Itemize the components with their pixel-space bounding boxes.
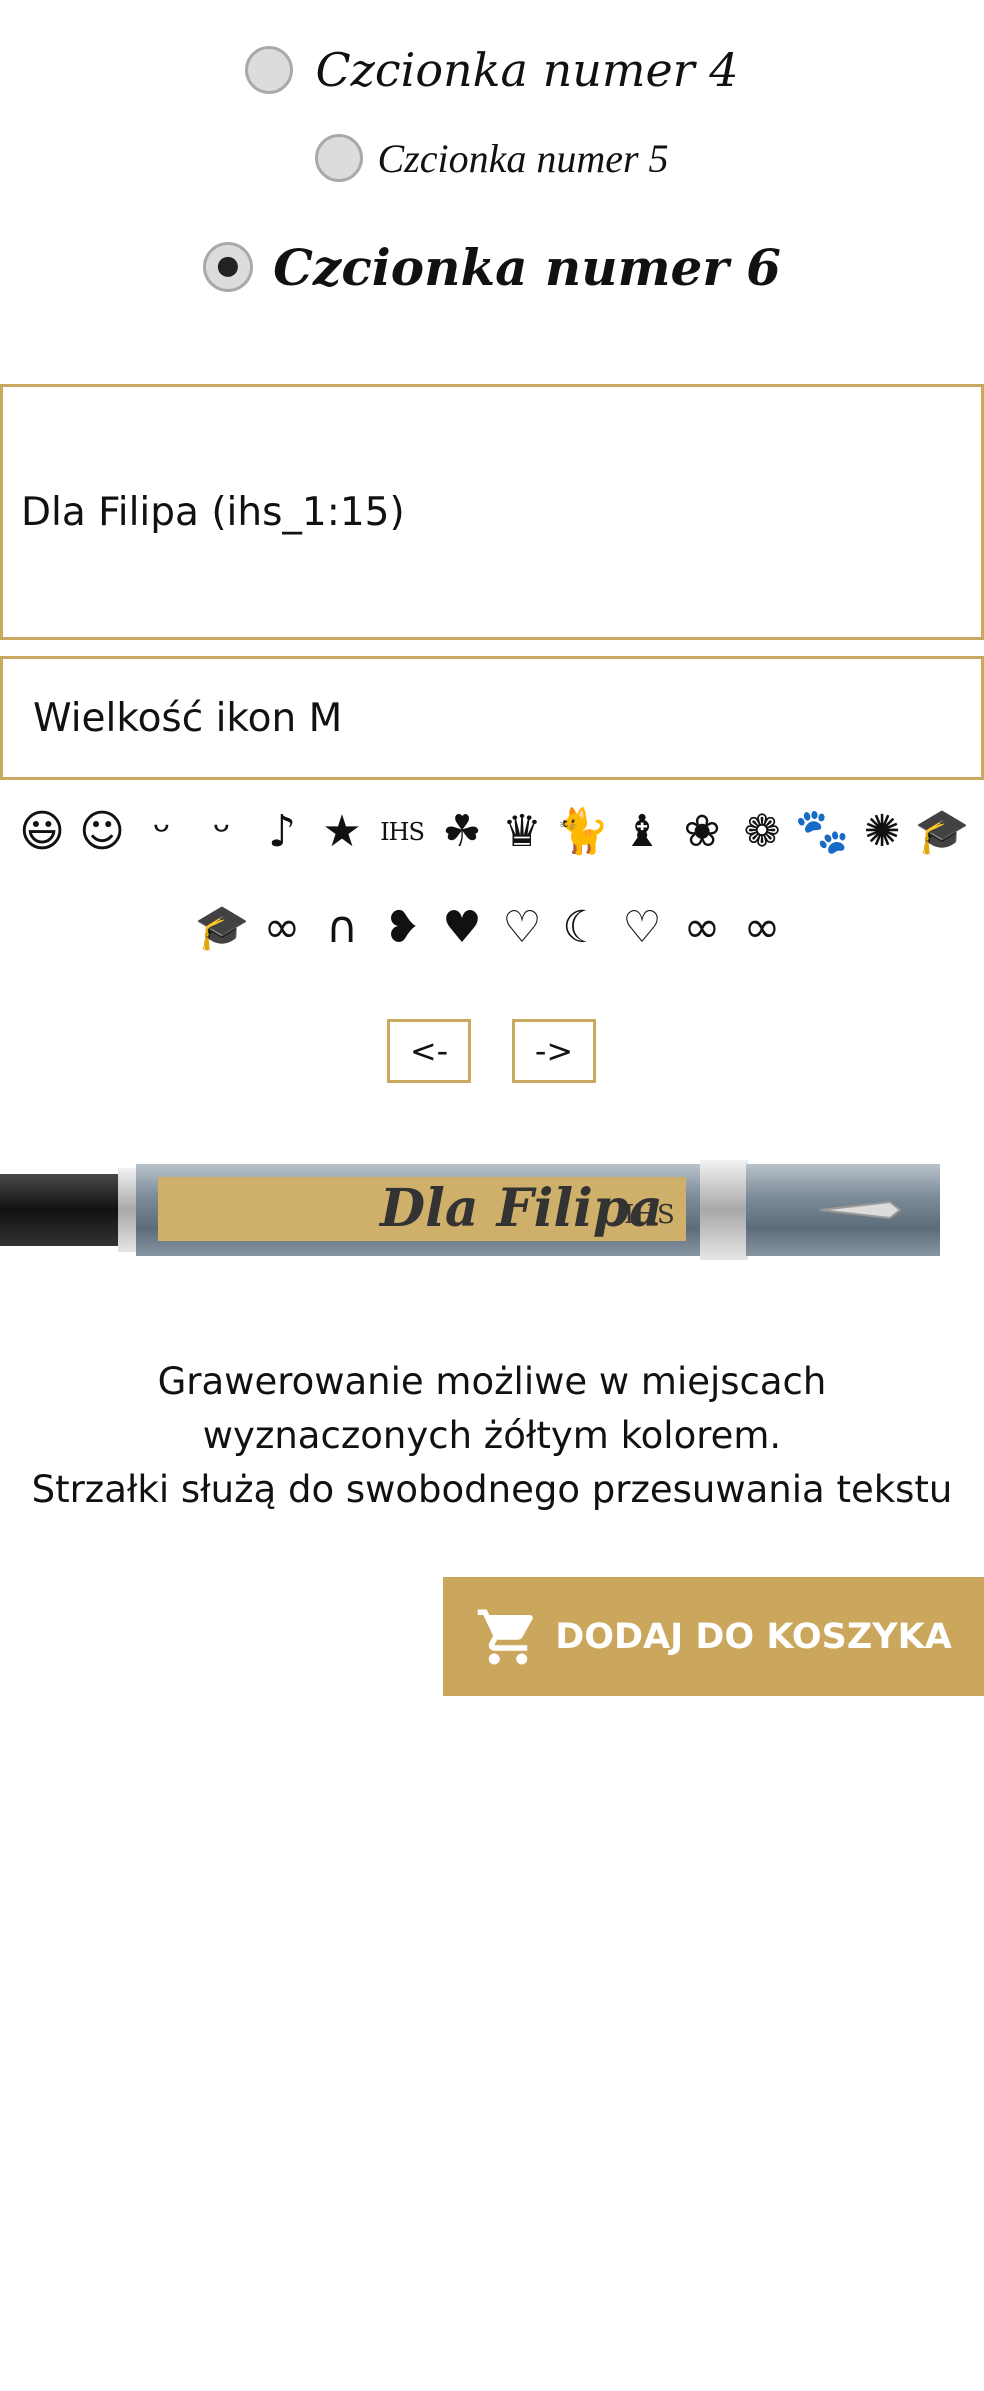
cart-icon [477,1609,533,1664]
icon-row-2: 🎓 ∞ ∩ ❥ ♥ ♡ ☾ ♡ ∞ ∞ [0,896,984,960]
font-6-label[interactable]: Czcionka numer 6 [273,238,781,297]
paw-icon[interactable]: 🐾 [795,806,850,858]
pen-engraving-preview[interactable]: Dla Filipa [380,1178,663,1239]
rings-icon[interactable]: ∞ [256,902,308,954]
smile-icon[interactable]: ☺ [76,806,128,858]
notes-icon[interactable]: ♪ [256,806,308,858]
clover-icon[interactable]: ☘ [436,806,488,858]
font-option-5[interactable]: Czcionka numer 5 [0,130,984,186]
icon-size-value: Wielkość ikon M [33,695,343,741]
heart-ribbon-icon[interactable]: ❥ [376,902,428,954]
info-line-3: Strzałki służą do swobodnego przesuwania… [31,1468,953,1511]
font-6-radio[interactable] [203,242,254,292]
graduation-cap-icon[interactable]: 🎓 [195,902,250,954]
icon-row-1: 😃 ☺ ᵕ ᵕ ♪ ★ IHS ☘ ♛ 🐈 ♝ ❀ ❁ 🐾 ✺ 🎓 [0,800,984,864]
moon-heart-icon[interactable]: ☾ [556,902,608,954]
heart-filled-icon[interactable]: ♥ [436,902,488,954]
add-to-cart-button[interactable]: DODAJ DO KOSZYKA [443,1577,984,1696]
move-right-button[interactable]: -> [512,1019,596,1083]
horseshoe-icon[interactable]: ∩ [316,902,368,954]
big-smile-icon[interactable]: 😃 [16,806,68,858]
info-line-2: wyznaczonych żółtym kolorem. [202,1414,782,1457]
font-4-radio[interactable] [245,46,294,94]
font-4-label[interactable]: Czcionka numer 4 [315,43,738,97]
move-left-button[interactable]: <- [387,1019,471,1083]
rose-icon[interactable]: ❀ [676,806,728,858]
infinity-icon[interactable]: ∞ [676,902,728,954]
ihs-icon[interactable]: IHS [376,806,428,858]
info-line-1: Grawerowanie możliwe w miejscach [157,1360,827,1403]
font-option-4[interactable]: Czcionka numer 4 [0,40,984,100]
grin-face-icon[interactable]: ᵕ [196,806,248,858]
engraving-info: Grawerowanie możliwe w miejscach wyznacz… [0,1355,984,1517]
graduation-cap-icon[interactable]: 🎓 [915,806,970,858]
engraving-text-value: Dla Filipa (ihs_1:15) [21,489,405,535]
heart-outline-icon[interactable]: ♡ [496,902,548,954]
font-5-label[interactable]: Czcionka numer 5 [377,135,668,182]
icon-size-select[interactable]: Wielkość ikon M [0,656,984,780]
font-option-6[interactable]: Czcionka numer 6 [0,232,984,302]
engraving-text-input[interactable]: Dla Filipa (ihs_1:15) [0,384,984,640]
rose-bud-icon[interactable]: ❁ [736,806,788,858]
infinity-outline-icon[interactable]: ∞ [736,902,788,954]
cat-icon[interactable]: 🐈 [555,806,610,858]
heart-dotted-icon[interactable]: ♡ [616,902,668,954]
add-to-cart-label: DODAJ DO KOSZYKA [555,1616,952,1657]
pen-ihs-icon[interactable]: IHS [624,1200,675,1230]
font-5-radio[interactable] [315,134,364,182]
star-icon[interactable]: ★ [316,806,368,858]
crown-icon[interactable]: ♛ [496,806,548,858]
rosette-icon[interactable]: ✺ [856,806,908,858]
tie-icon[interactable]: ♝ [616,806,668,858]
happy-face-icon[interactable]: ᵕ [136,806,188,858]
